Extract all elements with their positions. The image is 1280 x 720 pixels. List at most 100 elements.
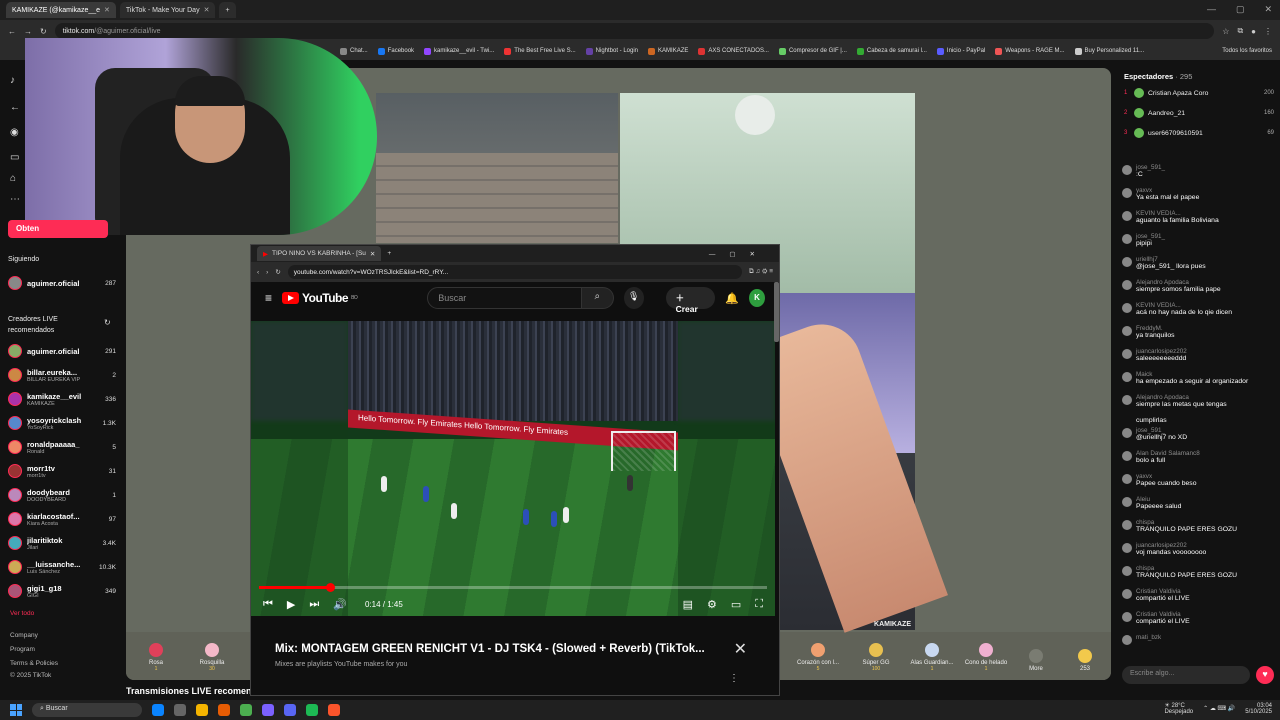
message-user[interactable]: Alan David Salamanc8 xyxy=(1136,450,1200,457)
message-user[interactable]: chispa xyxy=(1136,565,1237,572)
chat-message[interactable]: Cristian Valdivia compartió el LIVE xyxy=(1122,611,1276,625)
bookmark-item[interactable]: The Best Free Live S... xyxy=(504,47,576,55)
browser-tab-tiktok[interactable]: TikTok - Make Your Day ✕ xyxy=(119,2,216,18)
message-user[interactable]: uriellhj7 xyxy=(1136,256,1206,263)
mix-title[interactable]: Mix: MONTAGEM GREEN RENICHT V1 - DJ TSK4… xyxy=(275,643,715,655)
back-arrow-icon[interactable]: ← xyxy=(10,102,24,116)
play-icon[interactable]: ▶ xyxy=(287,598,295,611)
windows-start-icon[interactable] xyxy=(10,704,22,716)
message-user[interactable]: yaxvx xyxy=(1136,187,1199,194)
create-button[interactable]: ＋ Crear xyxy=(665,287,716,314)
reload-icon[interactable]: ↻ xyxy=(40,27,47,36)
back-icon[interactable]: ‹ xyxy=(257,269,259,276)
more-options-icon[interactable]: ⋮ xyxy=(729,673,739,684)
profile-icon[interactable]: ● xyxy=(1251,27,1256,36)
message-user[interactable]: mati_bzk xyxy=(1136,634,1161,641)
gift-rosa[interactable]: Rosa 1 xyxy=(132,643,180,672)
channel-item[interactable]: kamikaze__evil KAMIKAZE 336 xyxy=(8,388,116,410)
explore-icon[interactable]: ◉ xyxy=(10,127,24,141)
channel-item[interactable]: doodybeard DOODYBEARD 1 xyxy=(8,484,116,506)
bookmark-item[interactable]: Facebook xyxy=(377,47,414,55)
message-user[interactable]: chispa xyxy=(1136,519,1237,526)
tiktok-logo-icon[interactable]: ♪ xyxy=(10,75,24,89)
close-icon[interactable]: ✕ xyxy=(734,639,747,659)
explorer-icon[interactable] xyxy=(196,704,208,716)
bookmark-item[interactable]: Cabeza de samurai l... xyxy=(856,47,927,55)
minimize-icon[interactable]: — xyxy=(1207,4,1216,15)
channel-item[interactable]: aguimer.oficial 291 xyxy=(8,340,116,362)
chat-message[interactable]: jose_591_:C xyxy=(1122,164,1276,178)
top-viewer-row[interactable]: 2 Aandreo_21 160 xyxy=(1124,106,1274,120)
message-user[interactable]: Cristian Valdivia xyxy=(1136,588,1190,595)
maximize-icon[interactable]: ▢ xyxy=(1236,4,1245,15)
message-user[interactable]: yaxvx xyxy=(1136,473,1196,480)
fullscreen-icon[interactable]: ⛶ xyxy=(755,598,763,611)
next-icon[interactable]: ⏭ xyxy=(309,598,319,611)
taskbar-search[interactable]: ⌕ Buscar xyxy=(32,703,142,717)
gift-corazon[interactable]: Corazón con l... 5 xyxy=(794,643,842,672)
clock[interactable]: 03:04 5/10/2025 xyxy=(1245,703,1272,715)
back-icon[interactable]: ← xyxy=(8,27,16,36)
message-user[interactable]: jose_591_ xyxy=(1136,427,1187,434)
close-icon[interactable]: ✕ xyxy=(204,6,210,14)
browser-tab-kamikaze[interactable]: KAMIKAZE (@kamikaze__e ✕ xyxy=(6,2,116,18)
bookmark-item[interactable]: Weapons - RAGE M... xyxy=(995,47,1065,55)
youtube-logo[interactable]: YouTube BO xyxy=(282,291,358,305)
chat-message[interactable]: uriellhj7 @jose_591_ llora pues xyxy=(1122,256,1276,270)
chat-message[interactable]: mati_bzk xyxy=(1122,634,1276,645)
gift-alas[interactable]: Alas Guardian... 1 xyxy=(908,643,956,672)
window-controls[interactable]: —▢✕ xyxy=(709,250,769,258)
bookmark-item[interactable]: AXS CONECTADOS... xyxy=(698,47,769,55)
channel-item[interactable]: gigi1_g18 GIGI 349 xyxy=(8,580,116,602)
reload-icon[interactable]: ↻ xyxy=(275,268,280,276)
coins-button[interactable]: 253 xyxy=(1061,649,1109,672)
chat-message[interactable]: Aleiu Papeeee salud xyxy=(1122,496,1276,510)
message-user[interactable]: jose_591_ xyxy=(1136,233,1165,240)
channel-item[interactable]: jilaritiktok Jilari 3.4K xyxy=(8,532,116,554)
app-icon[interactable] xyxy=(262,704,274,716)
chat-message[interactable]: chispa TRANQUILO PAPE ERES GOZU xyxy=(1122,565,1276,579)
footer-terms[interactable]: Terms & Policies xyxy=(10,660,58,667)
close-icon[interactable]: ✕ xyxy=(104,6,110,14)
top-viewer-row[interactable]: 1 Cristian Apaza Coro 200 xyxy=(1124,86,1274,100)
video-player[interactable]: Hello Tomorrow. Fly Emirates Hello Tomor… xyxy=(251,321,775,616)
bookmark-item[interactable]: Nightbot - Login xyxy=(585,47,638,55)
message-user[interactable]: Cristian Valdivia xyxy=(1136,611,1190,618)
refresh-icon[interactable]: ↻ xyxy=(104,318,118,332)
home-icon[interactable]: ⌂ xyxy=(10,173,24,187)
chat-message[interactable]: FreddyM. ya tranquilos xyxy=(1122,325,1276,339)
footer-program[interactable]: Program xyxy=(10,646,35,653)
chat-message[interactable]: Alejandro Apodaca siempre las metas que t… xyxy=(1122,394,1276,408)
forward-icon[interactable]: › xyxy=(266,269,268,276)
chat-input[interactable]: Escribe algo... xyxy=(1122,666,1250,684)
channel-item[interactable]: kiarlacostaof... Kiara Acosta 97 xyxy=(8,508,116,530)
message-user[interactable]: Alejandro Apodaca xyxy=(1136,279,1221,286)
chat-message[interactable]: juancarlosipez202 saleeeeeeeeddd xyxy=(1122,348,1276,362)
channel-item[interactable]: yosoyrickclash YoSoyRick 1.3K xyxy=(8,412,116,434)
more-gifts-button[interactable]: More xyxy=(1012,649,1060,672)
gift-rosquilla[interactable]: Rosquilla 30 xyxy=(188,643,236,672)
chat-message[interactable]: KEVIN VEDIA... acá no hay nada de lo qie … xyxy=(1122,302,1276,316)
tray-icons[interactable]: ⌃ ☁ ⌨ 🔊 xyxy=(1203,705,1235,712)
obtain-button[interactable]: Obten xyxy=(8,220,108,238)
chat-message[interactable]: KEVIN VEDIA... aguanto la familia Bolivia… xyxy=(1122,210,1276,224)
see-all-link[interactable]: Ver todo xyxy=(10,610,34,617)
chat-message[interactable]: Alan David Salamanc8 bolo a full xyxy=(1122,450,1276,464)
gift-super-gg[interactable]: Súper GG 100 xyxy=(852,643,900,672)
bookmark-item[interactable]: Compresor de GIF |... xyxy=(778,47,847,55)
message-user[interactable]: KEVIN VEDIA... xyxy=(1136,210,1219,217)
settings-icon[interactable]: ⚙ xyxy=(707,598,717,611)
footer-company[interactable]: Company xyxy=(10,632,38,639)
address-bar[interactable]: tiktok.com/@aguimer.oficial/live xyxy=(54,23,1215,39)
bell-icon[interactable]: 🔔 xyxy=(725,292,739,305)
bookmark-item[interactable]: Inicio - PayPal xyxy=(936,47,985,55)
chat-message[interactable]: Maick ha empezado a seguir al organizador xyxy=(1122,371,1276,385)
channel-item[interactable]: morr1tv morr1tv 31 xyxy=(8,460,116,482)
new-tab-button[interactable]: + xyxy=(219,2,236,18)
bookmark-item[interactable]: kamikaze__evil - Twi... xyxy=(424,47,494,55)
close-window-icon[interactable]: ✕ xyxy=(1264,4,1272,15)
yt-address-bar[interactable]: youtube.com/watch?v=WOzTRSJlckE&list=RD_… xyxy=(287,265,742,279)
progress-bar[interactable] xyxy=(259,583,767,592)
chat-message[interactable]: chispa TRANQUILO PAPE ERES GOZU xyxy=(1122,519,1276,533)
all-bookmarks[interactable]: Todos los favoritos xyxy=(1222,48,1272,54)
